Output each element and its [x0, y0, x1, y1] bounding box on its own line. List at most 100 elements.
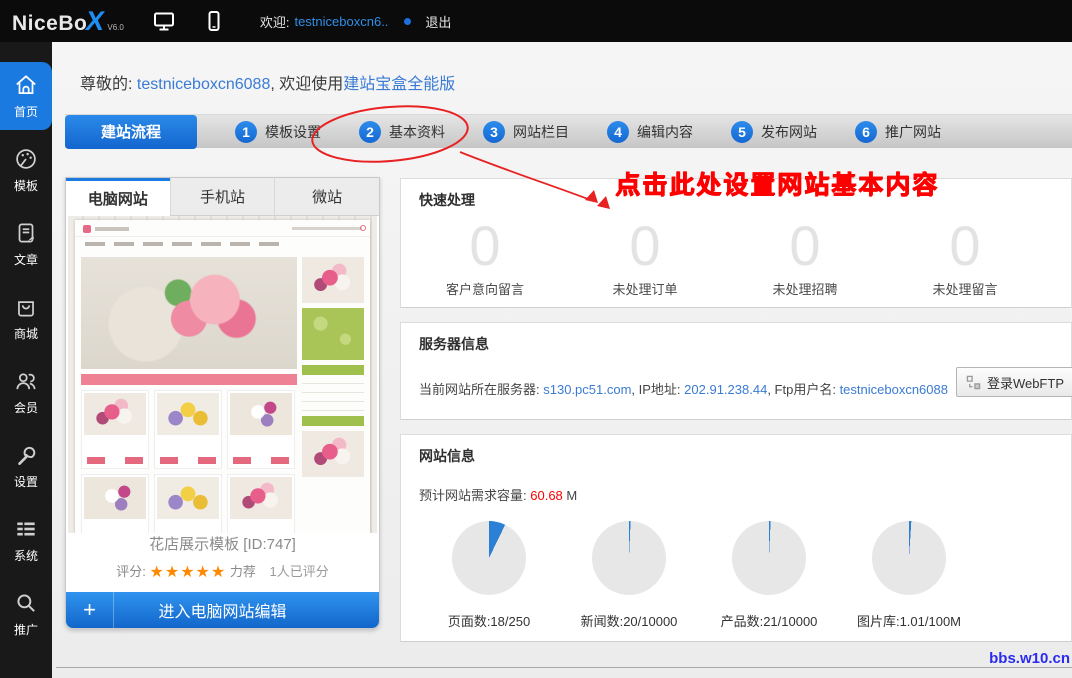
stat-pending-recruit: 0 未处理招聘 — [725, 215, 885, 298]
product-link[interactable]: 建站宝盒全能版 — [343, 76, 455, 93]
step-number: 4 — [607, 121, 629, 143]
template-info: 花店展示模板 [ID:747] 评分: ★★★★★ 力荐 1人已评分 — [66, 533, 379, 582]
sidebar-item-settings[interactable]: 设置 — [0, 432, 52, 500]
capacity-unit: M — [566, 488, 577, 503]
watermark-text: bbs.w10.cn — [989, 650, 1070, 667]
sidebar-item-home[interactable]: 首页 — [0, 62, 52, 130]
article-icon — [13, 220, 39, 246]
stat-value: 0 — [565, 215, 725, 277]
preview-sidebar — [302, 257, 364, 533]
stat-pending-messages: 0 未处理留言 — [885, 215, 1045, 298]
rating-label: 评分: — [116, 564, 146, 579]
top-bar: NiceBoX V6.0 欢迎: testniceboxcn6.. 退出 — [0, 0, 1072, 42]
step-label: 网站栏目 — [513, 122, 569, 142]
step-label: 发布网站 — [761, 122, 817, 142]
mobile-phone-icon[interactable] — [202, 9, 226, 33]
preview-product-grid — [81, 390, 297, 533]
preview-page — [75, 220, 370, 533]
logout-button[interactable]: 退出 — [425, 12, 451, 31]
rating-grade: 力荐 — [230, 564, 256, 579]
server-info-line: 当前网站所在服务器: s130.pc51.com, IP地址: 202.91.2… — [419, 379, 948, 398]
site-type-tabs: 电脑网站 手机站 微站 — [66, 178, 379, 216]
pie-products: 产品数:21/10000 — [699, 521, 839, 630]
tab-wei-site[interactable]: 微站 — [274, 178, 379, 216]
panel-title: 快速处理 — [419, 190, 475, 210]
logo-text: NiceBo — [12, 12, 87, 36]
stat-label: 未处理留言 — [885, 279, 1045, 298]
stat-label: 未处理订单 — [565, 279, 725, 298]
sidebar-item-promotion[interactable]: 推广 — [0, 580, 52, 648]
stat-label: 未处理招聘 — [725, 279, 885, 298]
greeting-prefix: 尊敬的: — [80, 76, 132, 93]
server-host: s130.pc51.com — [543, 382, 631, 397]
template-icon — [13, 146, 39, 172]
pie-label: 页面数:18/250 — [419, 611, 559, 630]
tab-mobile-site[interactable]: 手机站 — [170, 178, 275, 216]
build-flow-button[interactable]: 建站流程 — [65, 115, 197, 149]
sidebar-item-label: 会员 — [14, 399, 38, 416]
sidebar-item-templates[interactable]: 模板 — [0, 136, 52, 204]
greeting-middle: , 欢迎使用 — [270, 76, 343, 93]
template-rating: 评分: ★★★★★ 力荐 1人已评分 — [66, 561, 379, 582]
panel-title: 服务器信息 — [419, 334, 489, 354]
sidebar-item-label: 系统 — [14, 547, 38, 564]
sidebar-item-system[interactable]: 系统 — [0, 506, 52, 574]
template-name: 花店展示模板 [ID:747] — [66, 533, 379, 554]
edit-button-label: 进入电脑网站编辑 — [66, 592, 379, 628]
step-item-template-setup[interactable]: 1 模板设置 — [235, 121, 321, 143]
pie-news: 新闻数:20/10000 — [559, 521, 699, 630]
sidebar-item-label: 商城 — [14, 325, 38, 342]
sidebar-item-label: 文章 — [14, 251, 38, 268]
stat-label: 客户意向留言 — [405, 279, 565, 298]
preview-search-icon — [360, 225, 366, 231]
sidebar-item-members[interactable]: 会员 — [0, 358, 52, 426]
preview-navbar — [75, 237, 370, 252]
welcome-label: 欢迎: — [260, 12, 290, 31]
mall-icon — [13, 294, 39, 320]
usage-pies: 页面数:18/250 新闻数:20/10000 产品数:21/10000 图片库… — [419, 521, 1071, 630]
step-item-promote-site[interactable]: 6 推广网站 — [855, 121, 941, 143]
sidebar-nav: 首页 模板 文章 商城 会员 设置 系统 推广 — [0, 42, 52, 678]
stat-value: 0 — [405, 215, 565, 277]
sidebar-item-mall[interactable]: 商城 — [0, 284, 52, 352]
pie-chart — [592, 521, 666, 595]
greeting-username: testniceboxcn6088 — [137, 76, 270, 93]
webftp-icon — [966, 375, 981, 390]
footer-divider — [56, 667, 1072, 668]
pie-label: 图片库:1.01/100M — [839, 611, 979, 630]
template-card: 电脑网站 手机站 微站 — [65, 177, 380, 629]
step-label: 基本资料 — [389, 122, 445, 142]
version-label: V6.0 — [107, 23, 123, 32]
logo-x: X — [84, 6, 107, 37]
rating-count: 1人已评分 — [270, 564, 329, 579]
desktop-monitor-icon[interactable] — [152, 9, 176, 33]
preview-hero-flower — [81, 257, 297, 369]
enter-pc-editor-button[interactable]: + 进入电脑网站编辑 — [66, 592, 379, 628]
step-item-edit-content[interactable]: 4 编辑内容 — [607, 121, 693, 143]
tab-pc-site[interactable]: 电脑网站 — [66, 178, 170, 216]
pie-label: 产品数:21/10000 — [699, 611, 839, 630]
login-webftp-button[interactable]: 登录WebFTP — [956, 367, 1072, 397]
step-number: 2 — [359, 121, 381, 143]
topbar-username[interactable]: testniceboxcn6.. — [294, 14, 388, 29]
rating-stars: ★★★★★ — [150, 564, 227, 581]
capacity-label: 预计网站需求容量: — [419, 488, 527, 503]
settings-icon — [13, 442, 39, 468]
template-preview-image[interactable] — [68, 216, 377, 533]
nicebox-logo[interactable]: NiceBoX V6.0 — [12, 6, 124, 37]
app-window: NiceBoX V6.0 欢迎: testniceboxcn6.. 退出 首页 … — [0, 0, 1072, 678]
step-label: 编辑内容 — [637, 122, 693, 142]
step-item-basic-info[interactable]: 2 基本资料 — [359, 121, 445, 143]
webftp-button-label: 登录WebFTP — [987, 373, 1064, 392]
step-number: 5 — [731, 121, 753, 143]
step-item-publish-site[interactable]: 5 发布网站 — [731, 121, 817, 143]
status-dot — [404, 18, 411, 25]
step-number: 3 — [483, 121, 505, 143]
step-item-site-columns[interactable]: 3 网站栏目 — [483, 121, 569, 143]
sidebar-item-articles[interactable]: 文章 — [0, 210, 52, 278]
build-steps-bar: 建站流程 1 模板设置 2 基本资料 3 网站栏目 4 编辑内容 5 发布网站 … — [65, 114, 1072, 148]
sidebar-item-label: 推广 — [14, 621, 38, 638]
pie-chart — [872, 521, 946, 595]
step-label: 推广网站 — [885, 122, 941, 142]
welcome-text: 欢迎: testniceboxcn6.. — [260, 12, 389, 31]
